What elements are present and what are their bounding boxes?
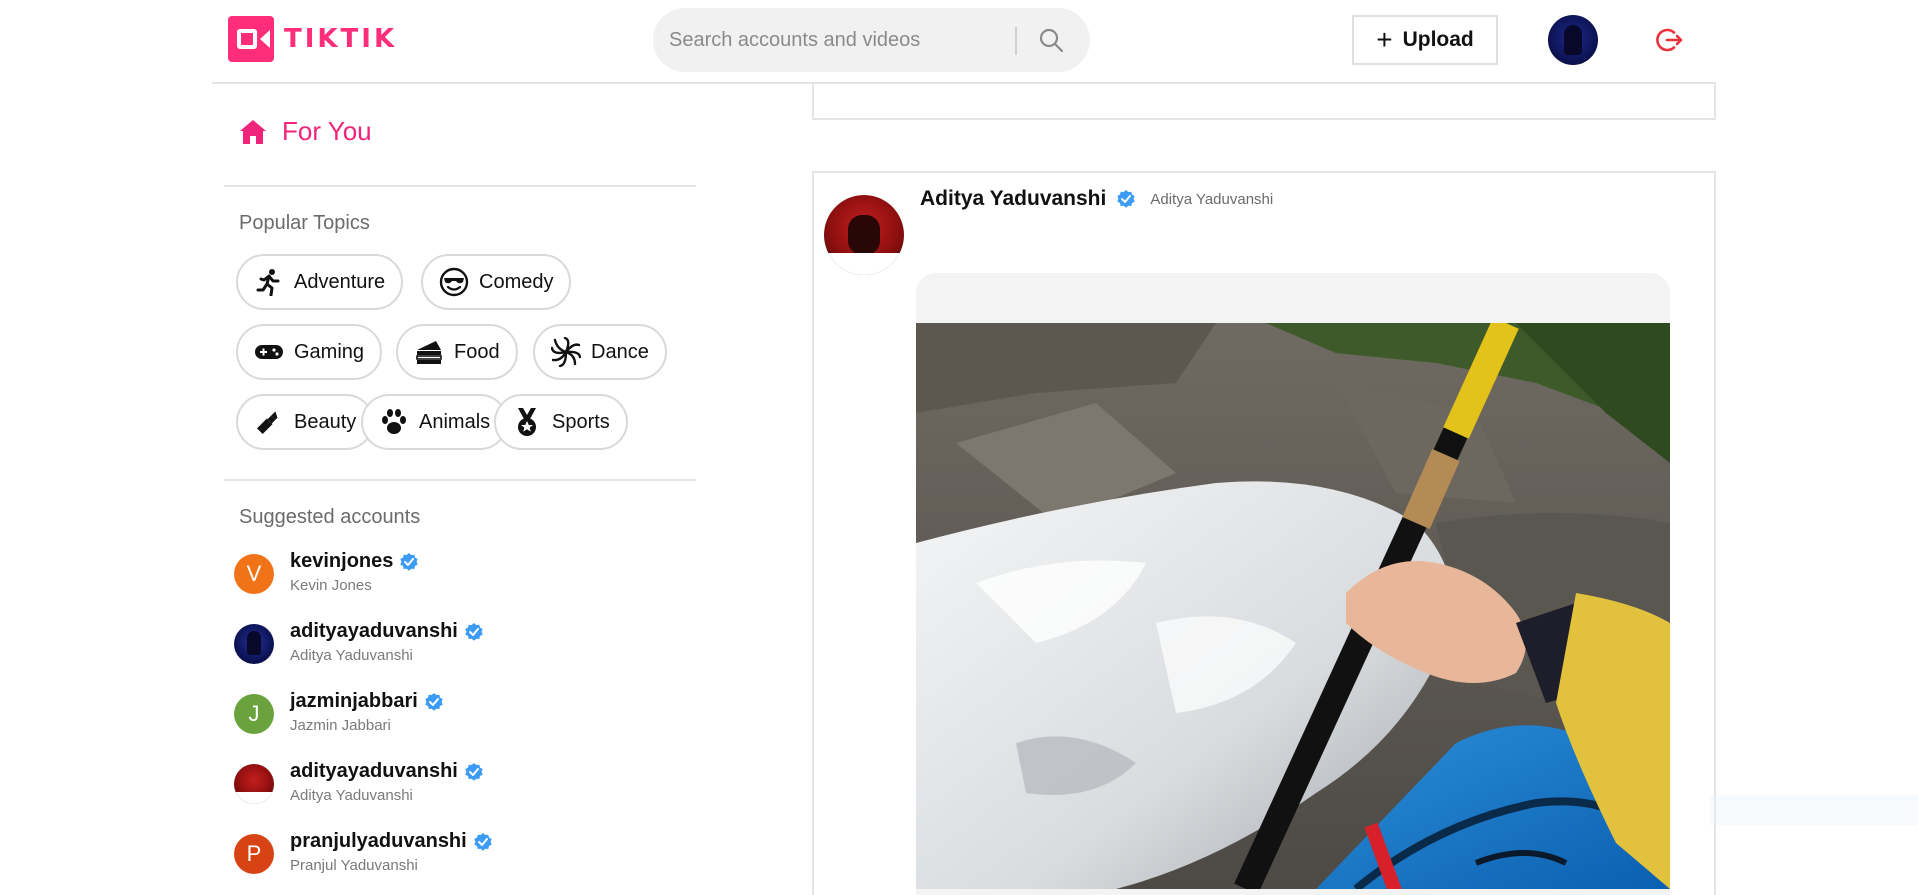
verified-badge-icon [474,832,492,851]
running-person-icon [254,267,284,297]
app-logo[interactable]: TIKTIK [228,16,397,62]
topic-dance[interactable]: Dance [533,324,667,380]
logout-icon[interactable] [1656,26,1684,54]
video-container [916,273,1670,895]
verified-badge-icon [465,762,483,781]
account-username: pranjulyaduvanshi [290,830,467,852]
sidebar: For You Popular Topics Adventure Comedy [212,84,696,895]
plus-icon: + [1376,24,1393,55]
account-username: adityayaduvanshi [290,620,458,642]
account-item-jazminjabbari[interactable]: J jazminjabbari Jazmin Jabbari [234,690,654,750]
account-item-pranjulyaduvanshi[interactable]: P pranjulyaduvanshi Pranjul Yaduvanshi [234,830,654,890]
video-player[interactable] [916,323,1670,889]
spiral-icon [551,337,581,367]
sidebar-divider [224,185,696,187]
post-username[interactable]: Aditya Yaduvanshi [920,187,1106,211]
topic-label: Animals [419,410,491,433]
post-author-avatar[interactable] [824,195,904,275]
avatar [234,764,274,804]
faded-overlay [1710,795,1918,825]
topic-label: Adventure [294,270,386,293]
home-icon [240,119,266,144]
account-username: jazminjabbari [290,690,418,712]
verified-badge-icon [1117,190,1136,208]
video-frame [916,323,1670,889]
previous-post-card [812,84,1716,120]
post-handle: Aditya Yaduvanshi [1150,190,1274,208]
profile-avatar[interactable] [1548,15,1598,65]
account-item-adityayaduvanshi[interactable]: adityayaduvanshi Aditya Yaduvanshi [234,620,654,680]
topic-label: Comedy [479,270,554,293]
for-you-label: For You [282,116,372,146]
topic-label: Sports [552,410,610,433]
account-display-name: Aditya Yaduvanshi [290,787,413,804]
topic-animals[interactable]: Animals [361,394,509,450]
topic-comedy[interactable]: Comedy [421,254,572,310]
upload-label: Upload [1402,28,1474,51]
avatar: J [234,694,274,734]
topic-gaming[interactable]: Gaming [236,324,383,380]
search-button[interactable] [1031,22,1071,58]
account-username: kevinjones [290,550,394,572]
search-icon [1039,28,1064,53]
sunglasses-face-icon [439,267,469,297]
account-item-kevinjones[interactable]: V kevinjones Kevin Jones [234,550,654,610]
search-bar [653,8,1090,72]
for-you-link[interactable]: For You [238,116,372,147]
account-display-name: Jazmin Jabbari [290,717,391,734]
verified-badge-icon [400,552,419,571]
tiktik-app: TIKTIK + Upload [0,0,1918,895]
account-display-name: Pranjul Yaduvanshi [290,857,418,874]
suggested-accounts-title: Suggested accounts [239,506,421,528]
gamepad-icon [254,337,284,367]
topic-label: Gaming [294,340,365,363]
lipstick-icon [254,407,284,437]
cake-icon [414,337,444,367]
paw-icon [379,407,409,437]
verified-badge-icon [425,692,443,711]
post-author: Aditya Yaduvanshi Aditya Yaduvanshi [920,187,1273,211]
topic-label: Beauty [294,410,357,433]
topic-label: Dance [591,340,649,363]
post-card: Aditya Yaduvanshi Aditya Yaduvanshi [812,171,1716,895]
account-item-adityayaduvanshi-2[interactable]: adityayaduvanshi Aditya Yaduvanshi [234,760,654,820]
popular-topics-title: Popular Topics [239,212,370,234]
avatar [234,624,274,664]
topic-sports[interactable]: Sports [494,394,628,450]
medal-icon [512,407,542,437]
sidebar-divider [224,479,696,481]
logo-video-camera-icon [228,16,274,62]
topic-adventure[interactable]: Adventure [236,254,404,310]
upload-button[interactable]: + Upload [1352,15,1498,65]
avatar: V [234,554,274,594]
logo-text: TIKTIK [284,24,398,54]
account-display-name: Aditya Yaduvanshi [290,647,413,664]
topic-label: Food [454,340,500,363]
topic-food[interactable]: Food [396,324,518,380]
avatar: P [234,834,274,874]
topic-beauty[interactable]: Beauty [236,394,375,450]
account-display-name: Kevin Jones [290,577,372,594]
account-username: adityayaduvanshi [290,760,458,782]
verified-badge-icon [465,622,483,641]
search-input[interactable] [669,22,999,58]
search-divider [1015,27,1017,55]
top-header: TIKTIK + Upload [212,0,1716,84]
